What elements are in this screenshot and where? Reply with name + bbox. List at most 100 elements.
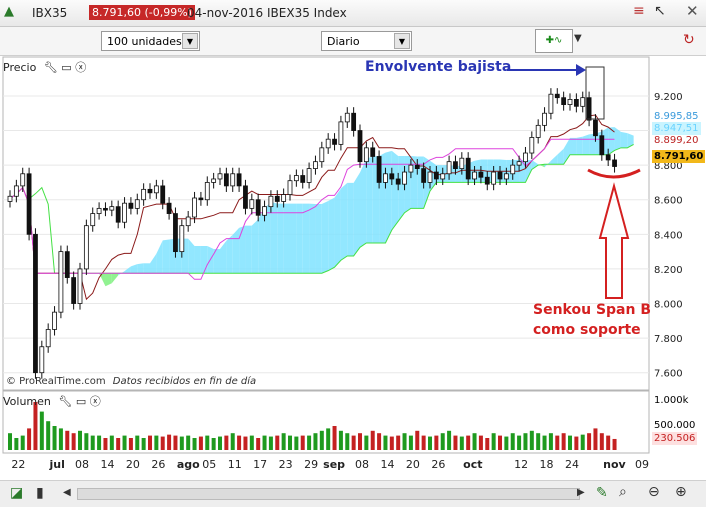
price-tick-label: 8.400 [654,230,683,241]
senkou-label-line2: como soporte [533,322,641,338]
copyright-text: © ProRealTime.com [6,376,106,387]
volume-bar [8,433,12,450]
candle-body [211,178,217,183]
candle-body [306,168,312,183]
cloud-segment [194,246,201,274]
cloud-segment [277,203,284,274]
candle-body [230,173,236,187]
candle-body [198,197,204,201]
candle-icon[interactable]: ▮ [36,485,44,501]
date-tick-label: 14 [100,458,114,471]
date-axis: 22 jul 08 14 20 26 ago 05 11 17 23 29 sep 08 14 20 26 oct… [11,458,649,471]
volume-bar [294,436,299,450]
candle-body [427,171,433,183]
volume-bar [326,428,331,450]
candle-body [338,121,344,145]
cloud-segment [366,156,373,243]
cloud-segment [200,246,208,274]
date-tick-label: 08 [75,458,89,471]
scroll-right-icon[interactable]: ▶ [577,487,585,498]
candle-body [274,195,280,202]
candle-body [395,178,401,185]
volume-panel-header: Volumen 🔧︎ ▭ ⓧ [3,393,101,409]
candle-body [287,180,293,195]
candle-body [573,99,579,107]
volume-bar [218,436,222,450]
cloud-segment [620,131,628,148]
candle-body [446,161,452,175]
cloud-segment [353,172,360,256]
candle-body [147,188,153,194]
volume-bar [249,435,254,450]
maximize-icon[interactable]: ▭ [76,395,86,408]
cloud-segment [570,137,577,155]
candle-body [236,173,242,187]
price-tick-label: 8.600 [654,196,683,207]
volume-bar [472,433,477,450]
date-tick-label: 05 [202,458,216,471]
close-panel-icon[interactable]: ⓧ [90,395,101,408]
candle-body [593,119,598,137]
zoom-out-icon[interactable]: ⊖ [648,484,660,500]
chart-type-icon[interactable]: ◪ [10,485,23,501]
date-tick-label: 29 [304,458,318,471]
candle-body [599,135,605,156]
cloud-segment [239,225,246,274]
volume-bar [529,430,534,450]
volume-bar [536,433,541,450]
volume-tick-1000k: 1.000k [654,395,689,406]
zoom-in-icon[interactable]: ⊕ [675,484,687,500]
volume-bar [211,438,216,450]
date-tick-label: 23 [279,458,293,471]
candle-body [83,225,89,270]
volume-bar [135,435,140,450]
cloud-segment [290,203,297,274]
date-tick-label: nov [603,458,626,471]
volume-bar [421,435,426,450]
candle-body [141,188,147,201]
volume-bar [243,436,248,450]
candle-body [389,173,395,180]
volume-bar [148,435,152,450]
price-tick-label: 8.000 [654,300,683,311]
volume-bar [370,430,375,450]
horizontal-scrollbar[interactable] [77,488,580,500]
candle-body [300,175,306,183]
maximize-icon[interactable]: ▭ [61,61,71,74]
volume-bar [230,433,235,450]
scroll-left-icon[interactable]: ◀ [63,487,71,498]
volume-bar [46,421,51,450]
wrench-icon[interactable]: 🔧︎ [58,395,72,408]
candle-body [268,195,274,208]
volume-bar [160,436,165,450]
volume-bar [78,430,82,450]
price-tag-p3: 8.899,20 [654,135,699,146]
date-tick-label: 20 [126,458,140,471]
close-panel-icon[interactable]: ⓧ [75,61,86,74]
volume-bar [14,438,19,450]
volume-bar [485,438,490,450]
candle-body [45,329,51,348]
cloud-segment [347,182,354,256]
candle-body [33,233,38,374]
candle-body [58,251,64,313]
cloud-segment [321,201,329,274]
volume-bar [307,435,312,450]
volume-bar [415,430,420,450]
volume-bar [27,428,32,450]
volume-bar [205,435,210,450]
zoom-fit-icon[interactable]: ⌕ [619,484,627,500]
volume-bar [351,435,356,450]
data-status: Datos recibidos en fin de día [112,376,257,387]
volume-bar [173,435,178,450]
candle-body [109,206,115,211]
draw-tool-icon[interactable]: ✎ [596,485,608,501]
cloud-segment [398,156,405,222]
wrench-icon[interactable]: 🔧︎ [44,61,58,74]
volume-bar [440,433,445,450]
volume-bar [428,436,432,450]
volume-bar [523,433,528,450]
volume-bar [389,436,394,450]
cloud-segment [360,158,367,248]
volume-bar [90,435,95,450]
